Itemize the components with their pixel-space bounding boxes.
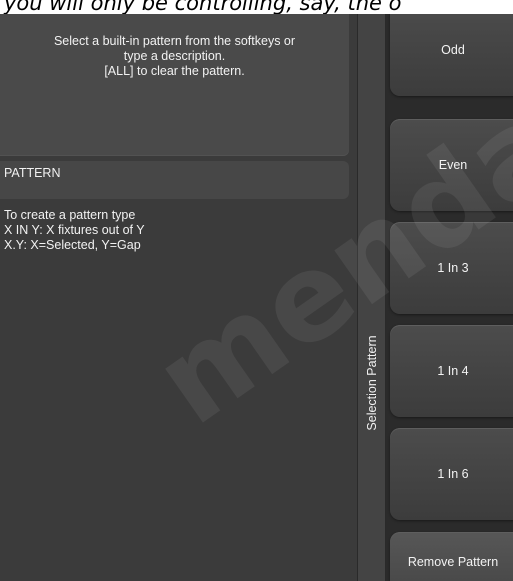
softkey-group-title-strip: Selection Pattern	[357, 14, 386, 581]
document-caption: you will only be controlling, say, the o	[0, 0, 513, 14]
pattern-section-header: PATTERN	[0, 161, 349, 199]
console-screen: Select a built-in pattern from the softk…	[0, 14, 513, 581]
softkey-1-in-6[interactable]: 1 In 6	[390, 428, 513, 520]
softkey-remove-pattern[interactable]: Remove Pattern	[390, 532, 513, 581]
softkey-label: 1 In 4	[437, 364, 469, 378]
softkey-1-in-4[interactable]: 1 In 4	[390, 325, 513, 417]
softkey-odd[interactable]: Odd	[390, 14, 513, 96]
softkey-group-title: Selection Pattern	[365, 335, 379, 431]
softkey-label: 1 In 6	[437, 467, 469, 481]
command-prompt-text: Select a built-in pattern from the softk…	[53, 34, 296, 78]
softkey-label: 1 In 3	[437, 261, 469, 275]
info-panel: Select a built-in pattern from the softk…	[0, 14, 357, 581]
softkey-even[interactable]: Even	[390, 119, 513, 211]
caption-text: you will only be controlling, say, the o	[4, 0, 402, 14]
command-prompt-box: Select a built-in pattern from the softk…	[0, 14, 349, 156]
pattern-section-title: PATTERN	[4, 166, 61, 180]
softkey-label: Remove Pattern	[407, 555, 499, 569]
softkey-1-in-3[interactable]: 1 In 3	[390, 222, 513, 314]
softkey-label: Odd	[441, 43, 465, 57]
softkey-column: Odd Even 1 In 3 1 In 4 1 In 6 Remove Pat…	[386, 14, 513, 581]
pattern-help-text: To create a pattern type X IN Y: X fixtu…	[4, 208, 145, 252]
softkey-label: Even	[438, 158, 468, 172]
